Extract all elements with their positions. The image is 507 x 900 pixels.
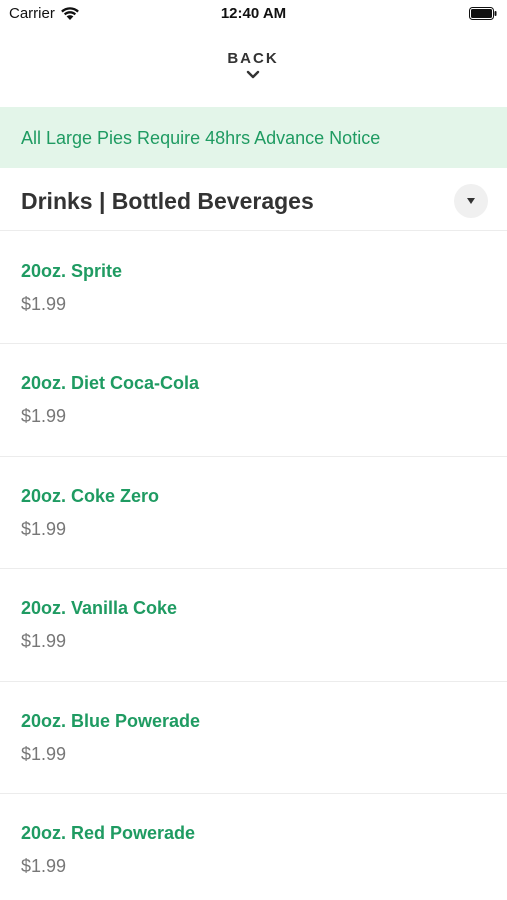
- caret-down-icon: [467, 198, 475, 204]
- item-name: 20oz. Diet Coca-Cola: [21, 373, 200, 394]
- back-label: BACK: [227, 50, 279, 67]
- item-price: $1.99: [21, 743, 67, 764]
- menu-item[interactable]: 20oz. Coke Zero $1.99: [0, 457, 507, 570]
- item-name: 20oz. Vanilla Coke: [21, 598, 178, 619]
- menu-item[interactable]: 20oz. Diet Coca-Cola $1.99: [0, 344, 507, 457]
- battery-icon: [469, 7, 497, 20]
- menu-item[interactable]: 20oz. Red Powerade $1.99: [0, 794, 507, 900]
- item-name: 20oz. Blue Powerade: [21, 710, 201, 731]
- section-header: Drinks | Bottled Beverages: [0, 168, 507, 231]
- item-name: 20oz. Sprite: [21, 261, 123, 281]
- menu-item[interactable]: 20oz. Sprite $1.99: [0, 232, 507, 345]
- item-price: $1.99: [21, 855, 67, 876]
- item-name: 20oz. Red Powerade: [21, 822, 196, 843]
- back-button[interactable]: BACK: [203, 44, 303, 92]
- status-bar: Carrier 12:40 AM: [0, 0, 507, 28]
- menu-list: 20oz. Sprite $1.99 20oz. Diet Coca-Cola …: [0, 232, 507, 900]
- item-price: $1.99: [21, 631, 67, 652]
- menu-screen: Carrier 12:40 AM BACK All Large Pies Req…: [0, 0, 507, 900]
- item-name: 20oz. Coke Zero: [21, 485, 160, 506]
- item-price: $1.99: [21, 294, 67, 314]
- category-dropdown-button[interactable]: [454, 184, 488, 218]
- chevron-down-icon: [246, 70, 260, 79]
- item-price: $1.99: [21, 406, 67, 427]
- section-title: Drinks | Bottled Beverages: [21, 188, 314, 214]
- item-price: $1.99: [21, 518, 67, 539]
- notice-banner: All Large Pies Require 48hrs Advance Not…: [0, 107, 507, 168]
- clock: 12:40 AM: [220, 5, 287, 22]
- notice-text: All Large Pies Require 48hrs Advance Not…: [21, 128, 381, 148]
- menu-item[interactable]: 20oz. Vanilla Coke $1.99: [0, 569, 507, 682]
- menu-item[interactable]: 20oz. Blue Powerade $1.99: [0, 682, 507, 794]
